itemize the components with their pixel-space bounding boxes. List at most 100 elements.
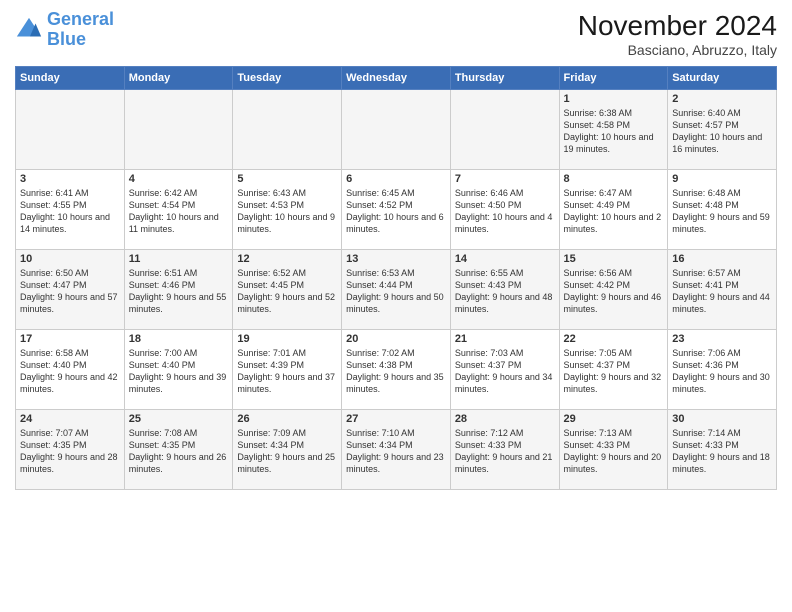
day-number: 14: [455, 253, 555, 265]
day-number: 1: [564, 93, 664, 105]
table-row: 27 Sunrise: 7:10 AMSunset: 4:34 PMDayligh…: [342, 410, 451, 490]
day-number: 6: [346, 173, 446, 185]
day-info: Sunrise: 7:05 AMSunset: 4:37 PMDaylight:…: [564, 347, 664, 396]
day-number: 4: [129, 173, 229, 185]
day-info: Sunrise: 6:40 AMSunset: 4:57 PMDaylight:…: [672, 107, 772, 156]
day-number: 27: [346, 413, 446, 425]
day-info: Sunrise: 7:06 AMSunset: 4:36 PMDaylight:…: [672, 347, 772, 396]
day-number: 10: [20, 253, 120, 265]
day-number: 9: [672, 173, 772, 185]
table-row: 18Sunrise: 7:00 AMSunset: 4:40 PMDayligh…: [124, 330, 233, 410]
day-info: Sunrise: 7:09 AMSunset: 4:34 PMDaylight:…: [237, 427, 337, 476]
month-title: November 2024: [578, 10, 777, 42]
day-number: 16: [672, 253, 772, 265]
table-row: 26 Sunrise: 7:09 AMSunset: 4:34 PMDayligh…: [233, 410, 342, 490]
table-row: 11Sunrise: 6:51 AMSunset: 4:46 PMDayligh…: [124, 250, 233, 330]
week-row-3: 17 Sunrise: 6:58 AMSunset: 4:40 PMDayligh…: [16, 330, 777, 410]
calendar-table: Sunday Monday Tuesday Wednesday Thursday…: [15, 66, 777, 490]
day-number: 26: [237, 413, 337, 425]
table-row: 24Sunrise: 7:07 AMSunset: 4:35 PMDayligh…: [16, 410, 125, 490]
header-wednesday: Wednesday: [342, 67, 451, 90]
table-row: 21 Sunrise: 7:03 AMSunset: 4:37 PMDayligh…: [450, 330, 559, 410]
table-row: 29 Sunrise: 7:13 AMSunset: 4:33 PMDayligh…: [559, 410, 668, 490]
table-row: 14 Sunrise: 6:55 AMSunset: 4:43 PMDayligh…: [450, 250, 559, 330]
day-number: 8: [564, 173, 664, 185]
day-info: Sunrise: 6:57 AMSunset: 4:41 PMDaylight:…: [672, 267, 772, 316]
day-number: 11: [129, 253, 229, 265]
day-info: Sunrise: 6:55 AMSunset: 4:43 PMDaylight:…: [455, 267, 555, 316]
day-number: 2: [672, 93, 772, 105]
day-info: Sunrise: 6:41 AMSunset: 4:55 PMDaylight:…: [20, 187, 120, 236]
day-info: Sunrise: 6:56 AMSunset: 4:42 PMDaylight:…: [564, 267, 664, 316]
logo-line2: Blue: [47, 30, 114, 50]
table-row: 22 Sunrise: 7:05 AMSunset: 4:37 PMDayligh…: [559, 330, 668, 410]
day-info: Sunrise: 6:43 AMSunset: 4:53 PMDaylight:…: [237, 187, 337, 236]
table-row: 6 Sunrise: 6:45 AMSunset: 4:52 PMDaylight…: [342, 170, 451, 250]
logo-icon: [15, 16, 43, 44]
day-number: 19: [237, 333, 337, 345]
logo-line1: General: [47, 9, 114, 29]
table-row: 25Sunrise: 7:08 AMSunset: 4:35 PMDayligh…: [124, 410, 233, 490]
day-info: Sunrise: 7:10 AMSunset: 4:34 PMDaylight:…: [346, 427, 446, 476]
day-info: Sunrise: 6:58 AMSunset: 4:40 PMDaylight:…: [20, 347, 120, 396]
day-number: 28: [455, 413, 555, 425]
table-row: [342, 90, 451, 170]
day-number: 21: [455, 333, 555, 345]
day-info: Sunrise: 7:14 AMSunset: 4:33 PMDaylight:…: [672, 427, 772, 476]
logo: General Blue: [15, 10, 114, 50]
day-number: 23: [672, 333, 772, 345]
header-monday: Monday: [124, 67, 233, 90]
table-row: 10 Sunrise: 6:50 AMSunset: 4:47 PMDayligh…: [16, 250, 125, 330]
day-info: Sunrise: 6:47 AMSunset: 4:49 PMDaylight:…: [564, 187, 664, 236]
day-info: Sunrise: 7:08 AMSunset: 4:35 PMDaylight:…: [129, 427, 229, 476]
week-row-0: 1 Sunrise: 6:38 AMSunset: 4:58 PMDaylight…: [16, 90, 777, 170]
table-row: 28 Sunrise: 7:12 AMSunset: 4:33 PMDayligh…: [450, 410, 559, 490]
day-number: 15: [564, 253, 664, 265]
table-row: 5 Sunrise: 6:43 AMSunset: 4:53 PMDaylight…: [233, 170, 342, 250]
day-info: Sunrise: 6:53 AMSunset: 4:44 PMDaylight:…: [346, 267, 446, 316]
day-number: 13: [346, 253, 446, 265]
header-tuesday: Tuesday: [233, 67, 342, 90]
day-number: 7: [455, 173, 555, 185]
day-number: 22: [564, 333, 664, 345]
table-row: 9 Sunrise: 6:48 AMSunset: 4:48 PMDaylight…: [668, 170, 777, 250]
table-row: 16 Sunrise: 6:57 AMSunset: 4:41 PMDayligh…: [668, 250, 777, 330]
day-info: Sunrise: 7:12 AMSunset: 4:33 PMDaylight:…: [455, 427, 555, 476]
day-info: Sunrise: 7:03 AMSunset: 4:37 PMDaylight:…: [455, 347, 555, 396]
day-info: Sunrise: 6:46 AMSunset: 4:50 PMDaylight:…: [455, 187, 555, 236]
day-info: Sunrise: 7:02 AMSunset: 4:38 PMDaylight:…: [346, 347, 446, 396]
table-row: 20Sunrise: 7:02 AMSunset: 4:38 PMDayligh…: [342, 330, 451, 410]
day-info: Sunrise: 6:50 AMSunset: 4:47 PMDaylight:…: [20, 267, 120, 316]
day-number: 17: [20, 333, 120, 345]
table-row: 30 Sunrise: 7:14 AMSunset: 4:33 PMDayligh…: [668, 410, 777, 490]
title-block: November 2024 Basciano, Abruzzo, Italy: [578, 10, 777, 58]
header-friday: Friday: [559, 67, 668, 90]
day-info: Sunrise: 6:48 AMSunset: 4:48 PMDaylight:…: [672, 187, 772, 236]
day-info: Sunrise: 6:52 AMSunset: 4:45 PMDaylight:…: [237, 267, 337, 316]
week-row-1: 3Sunrise: 6:41 AMSunset: 4:55 PMDaylight…: [16, 170, 777, 250]
table-row: 2 Sunrise: 6:40 AMSunset: 4:57 PMDaylight…: [668, 90, 777, 170]
table-row: [16, 90, 125, 170]
day-number: 12: [237, 253, 337, 265]
day-info: Sunrise: 6:45 AMSunset: 4:52 PMDaylight:…: [346, 187, 446, 236]
logo-text: General Blue: [47, 10, 114, 50]
header-saturday: Saturday: [668, 67, 777, 90]
day-number: 5: [237, 173, 337, 185]
table-row: [233, 90, 342, 170]
table-row: [450, 90, 559, 170]
table-row: 7 Sunrise: 6:46 AMSunset: 4:50 PMDaylight…: [450, 170, 559, 250]
table-row: 3Sunrise: 6:41 AMSunset: 4:55 PMDaylight…: [16, 170, 125, 250]
day-number: 30: [672, 413, 772, 425]
day-number: 29: [564, 413, 664, 425]
table-row: 19Sunrise: 7:01 AMSunset: 4:39 PMDayligh…: [233, 330, 342, 410]
day-info: Sunrise: 7:00 AMSunset: 4:40 PMDaylight:…: [129, 347, 229, 396]
day-info: Sunrise: 7:13 AMSunset: 4:33 PMDaylight:…: [564, 427, 664, 476]
table-row: 4 Sunrise: 6:42 AMSunset: 4:54 PMDaylight…: [124, 170, 233, 250]
day-info: Sunrise: 6:42 AMSunset: 4:54 PMDaylight:…: [129, 187, 229, 236]
week-row-2: 10 Sunrise: 6:50 AMSunset: 4:47 PMDayligh…: [16, 250, 777, 330]
day-info: Sunrise: 6:38 AMSunset: 4:58 PMDaylight:…: [564, 107, 664, 156]
day-number: 24: [20, 413, 120, 425]
table-row: 17 Sunrise: 6:58 AMSunset: 4:40 PMDayligh…: [16, 330, 125, 410]
table-row: [124, 90, 233, 170]
location: Basciano, Abruzzo, Italy: [578, 42, 777, 58]
